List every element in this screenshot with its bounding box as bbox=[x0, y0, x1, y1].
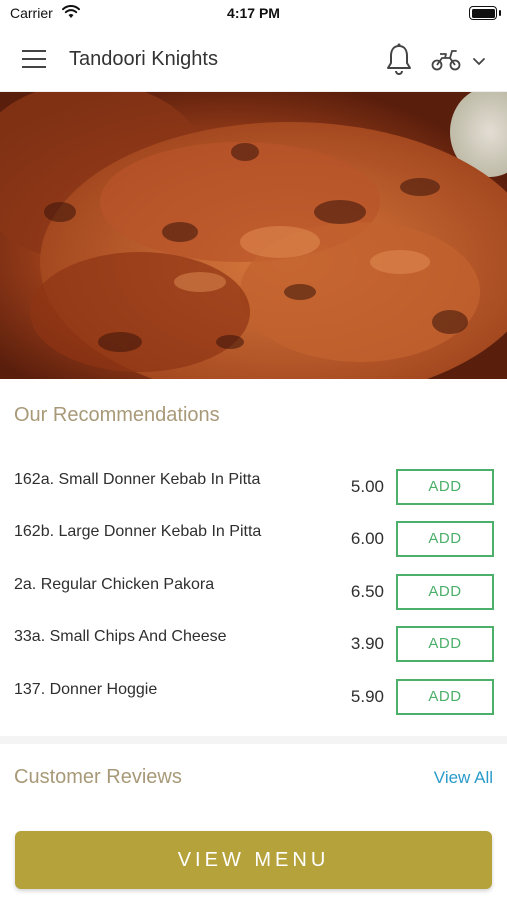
bell-icon[interactable] bbox=[384, 42, 414, 81]
item-price: 3.90 bbox=[350, 634, 384, 653]
menu-item-row: 137. Donner Hoggie 5.90 ADD bbox=[0, 679, 507, 719]
add-button[interactable]: ADD bbox=[396, 574, 494, 610]
item-price: 5.90 bbox=[350, 687, 384, 706]
item-name: 2a. Regular Chicken Pakora bbox=[14, 576, 215, 593]
menu-item-row: 2a. Regular Chicken Pakora 6.50 ADD bbox=[0, 574, 507, 614]
item-name: 162a. Small Donner Kebab In Pitta bbox=[14, 471, 261, 488]
hero-image bbox=[0, 92, 507, 379]
menu-icon[interactable] bbox=[22, 50, 48, 70]
app-header: Tandoori Knights bbox=[0, 28, 507, 92]
customer-reviews-title: Customer Reviews bbox=[14, 766, 182, 788]
add-button[interactable]: ADD bbox=[396, 469, 494, 505]
scooter-icon[interactable] bbox=[430, 46, 462, 77]
item-name: 33a. Small Chips And Cheese bbox=[14, 628, 227, 645]
menu-item-row: 33a. Small Chips And Cheese 3.90 ADD bbox=[0, 626, 507, 666]
item-name: 162b. Large Donner Kebab In Pitta bbox=[14, 523, 262, 540]
status-bar: Carrier 4:17 PM bbox=[0, 0, 507, 28]
item-name: 137. Donner Hoggie bbox=[14, 681, 158, 698]
recommendations-title: Our Recommendations bbox=[14, 404, 220, 426]
menu-item-row: 162a. Small Donner Kebab In Pitta 5.00 A… bbox=[0, 469, 507, 509]
clock-time: 4:17 PM bbox=[227, 5, 280, 21]
item-price: 6.50 bbox=[350, 582, 384, 601]
chevron-down-icon[interactable] bbox=[472, 54, 486, 72]
view-menu-button[interactable]: VIEW MENU bbox=[15, 831, 492, 889]
menu-item-row: 162b. Large Donner Kebab In Pitta 6.00 A… bbox=[0, 521, 507, 561]
battery-icon bbox=[469, 6, 497, 20]
battery-tip bbox=[499, 10, 501, 16]
add-button[interactable]: ADD bbox=[396, 521, 494, 557]
add-button[interactable]: ADD bbox=[396, 626, 494, 662]
item-price: 5.00 bbox=[350, 477, 384, 496]
restaurant-title: Tandoori Knights bbox=[69, 48, 218, 70]
add-button[interactable]: ADD bbox=[396, 679, 494, 715]
section-divider bbox=[0, 736, 507, 744]
view-all-link[interactable]: View All bbox=[434, 768, 493, 788]
item-price: 6.00 bbox=[350, 529, 384, 548]
